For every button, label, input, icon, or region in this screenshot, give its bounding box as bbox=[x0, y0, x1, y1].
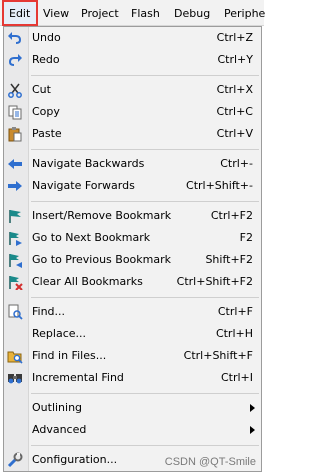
next-bookmark-shortcut: F2 bbox=[239, 231, 253, 244]
find-label: Find... bbox=[32, 305, 66, 318]
clear-bookmarks-shortcut: Ctrl+Shift+F2 bbox=[176, 275, 253, 288]
menu-item-redo[interactable]: Redo Ctrl+Y bbox=[4, 49, 261, 71]
edit-menu-dropdown: Undo Ctrl+Z Redo Ctrl+Y Cut Ctrl+X Copy … bbox=[3, 26, 262, 472]
navigate-forwards-label: Navigate Forwards bbox=[32, 179, 135, 192]
menu-item-copy[interactable]: Copy Ctrl+C bbox=[4, 101, 261, 123]
find-in-files-icon bbox=[7, 348, 23, 364]
find-in-files-shortcut: Ctrl+Shift+F bbox=[183, 349, 253, 362]
previous-bookmark-icon bbox=[7, 252, 23, 268]
menu-item-navigate-backwards[interactable]: Navigate Backwards Ctrl+- bbox=[4, 153, 261, 175]
insert-remove-bookmark-label: Insert/Remove Bookmark bbox=[32, 209, 172, 222]
incremental-find-icon bbox=[7, 370, 23, 386]
redo-shortcut: Ctrl+Y bbox=[217, 53, 253, 66]
navigate-backwards-shortcut: Ctrl+- bbox=[220, 157, 253, 170]
find-shortcut: Ctrl+F bbox=[217, 305, 253, 318]
scissors-icon bbox=[7, 82, 23, 98]
menu-item-cut[interactable]: Cut Ctrl+X bbox=[4, 79, 261, 101]
menu-item-replace[interactable]: Replace... Ctrl+H bbox=[4, 323, 261, 345]
copy-icon bbox=[7, 104, 23, 120]
wrench-icon bbox=[7, 452, 23, 468]
menu-item-incremental-find[interactable]: Incremental Find Ctrl+I bbox=[4, 367, 261, 389]
menu-project[interactable]: Project bbox=[76, 0, 124, 26]
menu-item-clear-bookmarks[interactable]: Clear All Bookmarks Ctrl+Shift+F2 bbox=[4, 271, 261, 293]
copy-shortcut: Ctrl+C bbox=[216, 105, 253, 118]
menu-item-insert-remove-bookmark[interactable]: Insert/Remove Bookmark Ctrl+F2 bbox=[4, 205, 261, 227]
menu-peripherals[interactable]: Periphe bbox=[219, 0, 270, 26]
navigate-backwards-label: Navigate Backwards bbox=[32, 157, 145, 170]
replace-label: Replace... bbox=[32, 327, 87, 340]
menu-item-outlining[interactable]: Outlining bbox=[4, 397, 261, 419]
paste-shortcut: Ctrl+V bbox=[216, 127, 253, 140]
replace-shortcut: Ctrl+H bbox=[215, 327, 253, 340]
bookmark-flag-icon bbox=[7, 208, 23, 224]
paste-icon bbox=[7, 126, 23, 142]
menu-debug[interactable]: Debug bbox=[169, 0, 215, 26]
clear-bookmarks-label: Clear All Bookmarks bbox=[32, 275, 143, 288]
menu-flash[interactable]: Flash bbox=[126, 0, 165, 26]
undo-icon bbox=[7, 30, 23, 46]
menu-edit[interactable]: Edit bbox=[2, 0, 38, 26]
find-in-files-label: Find in Files... bbox=[32, 349, 107, 362]
menu-item-find-in-files[interactable]: Find in Files... Ctrl+Shift+F bbox=[4, 345, 261, 367]
menu-item-undo[interactable]: Undo Ctrl+Z bbox=[4, 27, 261, 49]
menu-item-advanced[interactable]: Advanced bbox=[4, 419, 261, 441]
undo-shortcut: Ctrl+Z bbox=[216, 31, 253, 44]
submenu-arrow-icon bbox=[250, 404, 255, 412]
arrow-right-icon bbox=[7, 178, 23, 194]
separator bbox=[31, 75, 259, 76]
menu-item-previous-bookmark[interactable]: Go to Previous Bookmark Shift+F2 bbox=[4, 249, 261, 271]
watermark: CSDN @QT-Smile bbox=[164, 456, 256, 468]
arrow-left-icon bbox=[7, 156, 23, 172]
separator bbox=[31, 297, 259, 298]
cut-shortcut: Ctrl+X bbox=[216, 83, 253, 96]
separator bbox=[31, 201, 259, 202]
menu-item-paste[interactable]: Paste Ctrl+V bbox=[4, 123, 261, 145]
menu-item-next-bookmark[interactable]: Go to Next Bookmark F2 bbox=[4, 227, 261, 249]
redo-label: Redo bbox=[32, 53, 60, 66]
outlining-label: Outlining bbox=[32, 401, 83, 414]
redo-icon bbox=[7, 52, 23, 68]
submenu-arrow-icon bbox=[250, 426, 255, 434]
next-bookmark-icon bbox=[7, 230, 23, 246]
menu-item-navigate-forwards[interactable]: Navigate Forwards Ctrl+Shift+- bbox=[4, 175, 261, 197]
incremental-find-shortcut: Ctrl+I bbox=[220, 371, 253, 384]
separator bbox=[31, 393, 259, 394]
clear-bookmarks-icon bbox=[7, 274, 23, 291]
separator bbox=[31, 149, 259, 150]
undo-label: Undo bbox=[32, 31, 61, 44]
find-document-icon bbox=[7, 304, 23, 320]
menu-view[interactable]: View bbox=[38, 0, 74, 26]
cut-label: Cut bbox=[32, 83, 51, 96]
insert-remove-bookmark-shortcut: Ctrl+F2 bbox=[210, 209, 253, 222]
next-bookmark-label: Go to Next Bookmark bbox=[32, 231, 151, 244]
incremental-find-label: Incremental Find bbox=[32, 371, 124, 384]
navigate-forwards-shortcut: Ctrl+Shift+- bbox=[186, 179, 253, 192]
advanced-label: Advanced bbox=[32, 423, 87, 436]
copy-label: Copy bbox=[32, 105, 60, 118]
separator bbox=[31, 445, 259, 446]
previous-bookmark-label: Go to Previous Bookmark bbox=[32, 253, 171, 266]
previous-bookmark-shortcut: Shift+F2 bbox=[205, 253, 253, 266]
configuration-label: Configuration... bbox=[32, 453, 118, 466]
menu-item-find[interactable]: Find... Ctrl+F bbox=[4, 301, 261, 323]
menu-bar: Edit View Project Flash Debug Periphe bbox=[0, 0, 265, 26]
paste-label: Paste bbox=[32, 127, 62, 140]
